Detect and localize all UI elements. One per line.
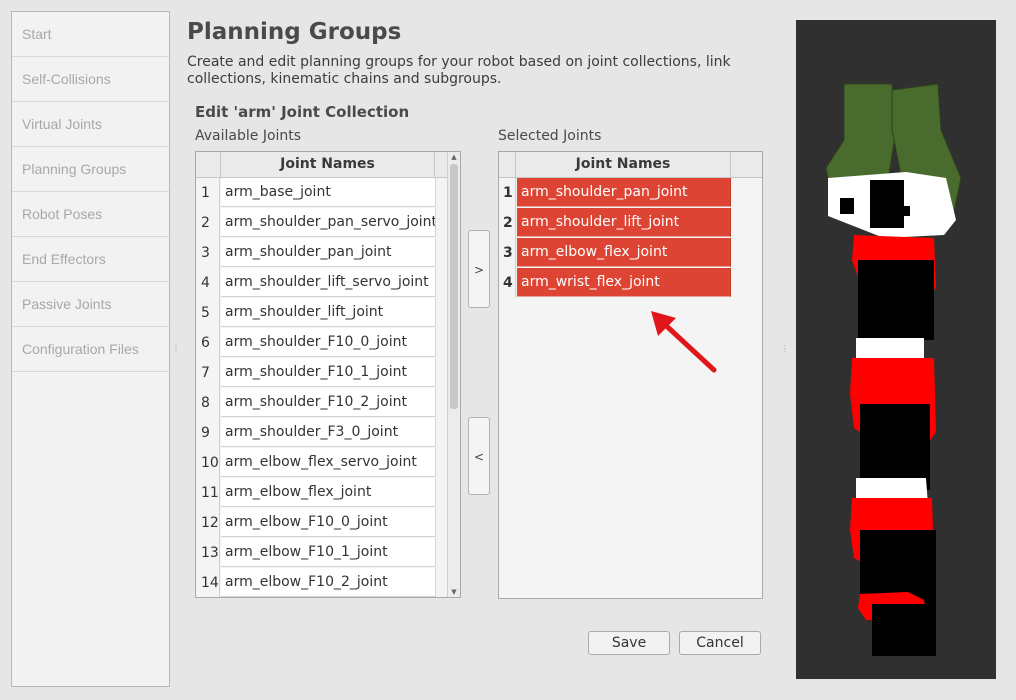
table-row[interactable]: 3 arm_shoulder_pan_joint	[196, 238, 436, 268]
table-row[interactable]: 3 arm_elbow_flex_joint	[499, 238, 731, 268]
table-row[interactable]: 5 arm_shoulder_lift_joint	[196, 298, 436, 328]
row-number: 5	[196, 298, 220, 328]
row-number: 9	[196, 418, 220, 448]
annotation-arrow-icon	[651, 311, 717, 373]
row-number: 3	[196, 238, 220, 268]
table-row[interactable]: 2 arm_shoulder_pan_servo_joint	[196, 208, 436, 238]
cancel-button[interactable]: Cancel	[679, 631, 761, 655]
page-description: Create and edit planning groups for your…	[187, 54, 731, 87]
row-number: 3	[499, 238, 516, 268]
joint-name-cell[interactable]: arm_wrist_flex_joint	[517, 268, 731, 297]
table-row[interactable]: 7 arm_shoulder_F10_1_joint	[196, 358, 436, 388]
robot-arm-model	[825, 83, 962, 656]
joint-name-cell[interactable]: arm_elbow_F10_0_joint	[221, 508, 436, 537]
table-row[interactable]: 13 arm_elbow_F10_1_joint	[196, 538, 436, 568]
joint-name-cell[interactable]: arm_elbow_F10_2_joint	[221, 568, 436, 597]
editor-title: Edit 'arm' Joint Collection	[195, 103, 410, 121]
joint-name-cell[interactable]: arm_shoulder_lift_joint	[221, 298, 436, 327]
sidebar-item-robot-poses[interactable]: Robot Poses	[12, 192, 169, 237]
right-splitter-handle[interactable]: ⋮	[781, 345, 789, 353]
row-number: 2	[499, 208, 516, 238]
table-row[interactable]: 4 arm_shoulder_lift_servo_joint	[196, 268, 436, 298]
table-row[interactable]: 12 arm_elbow_F10_0_joint	[196, 508, 436, 538]
table-header: Joint Names	[499, 152, 762, 178]
scroll-thumb[interactable]	[450, 164, 458, 409]
joint-name-cell[interactable]: arm_shoulder_pan_joint	[517, 178, 731, 207]
row-number: 2	[196, 208, 220, 238]
table-row[interactable]: 1 arm_shoulder_pan_joint	[499, 178, 731, 208]
table-header: Joint Names	[196, 152, 448, 178]
row-number: 7	[196, 358, 220, 388]
row-number: 6	[196, 328, 220, 358]
page-title: Planning Groups	[187, 19, 402, 45]
joint-name-cell[interactable]: arm_shoulder_lift_joint	[517, 208, 731, 237]
remove-joint-button[interactable]: <	[468, 417, 490, 495]
robot-3d-viewport[interactable]	[796, 20, 996, 679]
joint-name-cell[interactable]: arm_shoulder_pan_servo_joint	[221, 208, 436, 237]
table-row[interactable]: 9 arm_shoulder_F3_0_joint	[196, 418, 436, 448]
sidebar-item-planning-groups[interactable]: Planning Groups	[12, 147, 169, 192]
available-scrollbar[interactable]: ▲ ▼	[447, 152, 460, 597]
header-corner	[499, 152, 516, 177]
joint-name-cell[interactable]: arm_shoulder_pan_joint	[221, 238, 436, 267]
add-joint-button[interactable]: >	[468, 230, 490, 308]
joint-name-cell[interactable]: arm_elbow_flex_joint	[517, 238, 731, 267]
table-row[interactable]: 11 arm_elbow_flex_joint	[196, 478, 436, 508]
row-number: 8	[196, 388, 220, 418]
row-number: 4	[196, 268, 220, 298]
joint-name-cell[interactable]: arm_elbow_flex_servo_joint	[221, 448, 436, 477]
sidebar-item-configuration-files[interactable]: Configuration Files	[12, 327, 169, 372]
sidebar-item-start[interactable]: Start	[12, 12, 169, 57]
joint-name-cell[interactable]: arm_shoulder_F10_1_joint	[221, 358, 436, 387]
row-number: 1	[499, 178, 516, 208]
joint-name-cell[interactable]: arm_shoulder_lift_servo_joint	[221, 268, 436, 297]
sidebar-item-virtual-joints[interactable]: Virtual Joints	[12, 102, 169, 147]
table-row[interactable]: 4 arm_wrist_flex_joint	[499, 268, 731, 298]
table-row[interactable]: 8 arm_shoulder_F10_2_joint	[196, 388, 436, 418]
row-number: 11	[196, 478, 220, 508]
row-number: 13	[196, 538, 220, 568]
sidebar-item-self-collisions[interactable]: Self-Collisions	[12, 57, 169, 102]
table-row[interactable]: 6 arm_shoulder_F10_0_joint	[196, 328, 436, 358]
row-number: 10	[196, 448, 220, 478]
scroll-up-arrow-icon[interactable]: ▲	[448, 152, 460, 162]
left-splitter-handle[interactable]: ⋮	[172, 345, 180, 353]
table-row[interactable]: 1 arm_base_joint	[196, 178, 436, 208]
row-number: 14	[196, 568, 220, 597]
joint-name-cell[interactable]: arm_shoulder_F3_0_joint	[221, 418, 436, 447]
joint-name-cell[interactable]: arm_shoulder_F10_0_joint	[221, 328, 436, 357]
header-corner	[196, 152, 221, 177]
column-header-joint-names[interactable]: Joint Names	[516, 152, 731, 177]
scroll-down-arrow-icon[interactable]: ▼	[448, 587, 460, 597]
row-number: 4	[499, 268, 516, 298]
joint-name-cell[interactable]: arm_elbow_flex_joint	[221, 478, 436, 507]
table-row[interactable]: 10 arm_elbow_flex_servo_joint	[196, 448, 436, 478]
available-joints-table[interactable]: Joint Names 1 arm_base_joint 2 arm_shoulder…	[195, 151, 461, 598]
table-row[interactable]: 2 arm_shoulder_lift_joint	[499, 208, 731, 238]
row-number: 12	[196, 508, 220, 538]
sidebar-item-passive-joints[interactable]: Passive Joints	[12, 282, 169, 327]
joint-name-cell[interactable]: arm_elbow_F10_1_joint	[221, 538, 436, 567]
joint-name-cell[interactable]: arm_shoulder_F10_2_joint	[221, 388, 436, 417]
selected-joints-caption: Selected Joints	[498, 128, 602, 144]
sidebar-item-end-effectors[interactable]: End Effectors	[12, 237, 169, 282]
column-header-joint-names[interactable]: Joint Names	[221, 152, 435, 177]
available-joints-caption: Available Joints	[195, 128, 302, 144]
wizard-sidebar: Start Self-Collisions Virtual Joints Pla…	[11, 11, 170, 687]
table-row[interactable]: 14 arm_elbow_F10_2_joint	[196, 568, 436, 597]
joint-name-cell[interactable]: arm_base_joint	[221, 178, 436, 207]
save-button[interactable]: Save	[588, 631, 670, 655]
row-number: 1	[196, 178, 220, 208]
